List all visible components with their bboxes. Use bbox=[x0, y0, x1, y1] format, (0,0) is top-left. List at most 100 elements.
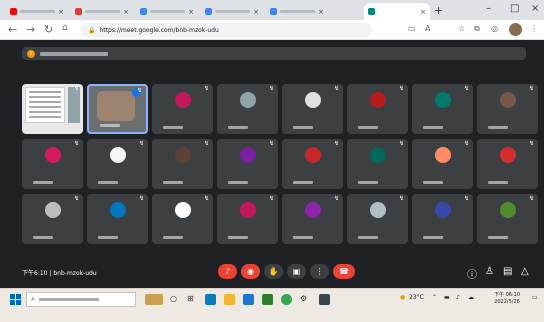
meeting-details-icon[interactable]: ⓘ bbox=[467, 266, 477, 281]
bookmark-star-icon[interactable]: ☆ bbox=[458, 24, 465, 33]
participant-tile[interactable]: ↯ bbox=[152, 139, 213, 189]
participant-tile[interactable]: ↯ bbox=[217, 194, 278, 244]
edge-icon[interactable] bbox=[205, 294, 216, 305]
close-tab-icon[interactable]: × bbox=[58, 8, 64, 16]
participant-tile[interactable]: ↯ bbox=[282, 139, 343, 189]
tray-expand-icon[interactable]: ⌃ bbox=[432, 294, 437, 301]
translate-icon[interactable]: A bbox=[425, 24, 430, 33]
participant-tile[interactable]: ↯ bbox=[477, 194, 538, 244]
onedrive-icon[interactable]: ☁ bbox=[468, 294, 474, 301]
participant-tile[interactable]: ↯ bbox=[22, 194, 83, 244]
participant-photo bbox=[44, 202, 61, 218]
network-icon[interactable]: ▬ bbox=[444, 294, 450, 301]
task-view-icon[interactable]: ○ bbox=[170, 294, 177, 303]
tab-3[interactable]: × bbox=[136, 3, 198, 20]
taskbar-search-box[interactable]: ⌕ bbox=[26, 292, 136, 307]
participant-avatar bbox=[239, 202, 256, 218]
maximize-icon[interactable]: □ bbox=[510, 3, 519, 14]
windows-start-icon[interactable] bbox=[10, 294, 21, 305]
close-tab-icon[interactable]: × bbox=[420, 8, 426, 16]
participant-tile[interactable]: ↯ bbox=[347, 84, 408, 134]
participant-tile[interactable]: ↯ bbox=[217, 139, 278, 189]
participant-tile[interactable]: ↯ bbox=[347, 139, 408, 189]
reload-icon[interactable]: ↻ bbox=[44, 23, 53, 36]
raise-hand-button[interactable]: ✋ bbox=[264, 264, 283, 279]
participant-tile[interactable]: ↯ bbox=[347, 194, 408, 244]
participant-tile[interactable]: ↯ bbox=[87, 194, 148, 244]
settings-gear-icon[interactable]: ⚙ bbox=[300, 294, 307, 303]
participant-tile[interactable]: ↯ bbox=[412, 194, 473, 244]
back-icon[interactable]: ← bbox=[8, 23, 17, 36]
self-camera-feed bbox=[97, 91, 135, 121]
windows-icon[interactable]: ⊞ bbox=[187, 294, 194, 303]
participant-tile[interactable]: ↯ bbox=[22, 139, 83, 189]
new-tab-icon[interactable]: + bbox=[434, 4, 443, 17]
close-tab-icon[interactable]: × bbox=[123, 8, 129, 16]
weather-text[interactable]: 23°C bbox=[409, 294, 424, 301]
profile-sync-icon[interactable]: ◎ bbox=[491, 24, 498, 33]
mic-muted-icon: ↯ bbox=[463, 85, 469, 92]
people-icon[interactable]: ♙ bbox=[485, 266, 494, 277]
tab-4[interactable]: × bbox=[201, 3, 263, 20]
participant-tile[interactable]: ↯ bbox=[477, 139, 538, 189]
minimize-icon[interactable]: – bbox=[486, 3, 491, 14]
mic-muted-icon: ↯ bbox=[73, 140, 79, 147]
mic-off-button[interactable]: ♪ bbox=[218, 264, 237, 279]
participant-tile[interactable]: ↯ bbox=[152, 194, 213, 244]
close-tab-icon[interactable]: × bbox=[253, 8, 259, 16]
self-video-tile[interactable]: ↯ bbox=[87, 84, 148, 134]
youtube-favicon-icon bbox=[10, 8, 17, 15]
participant-tile[interactable]: ↯ bbox=[412, 139, 473, 189]
participant-tile[interactable]: ↯ bbox=[217, 84, 278, 134]
app-grid-icon[interactable] bbox=[319, 294, 330, 305]
camera-permission-icon[interactable]: ▭ bbox=[408, 24, 416, 33]
leave-call-button[interactable]: ☎ bbox=[333, 264, 355, 279]
mic-muted-icon: ↯ bbox=[136, 87, 142, 94]
volume-icon[interactable]: ♪ bbox=[456, 294, 460, 301]
system-clock[interactable]: 下午 06:10 2022/5/26 bbox=[494, 292, 520, 306]
mic-muted-icon: ↯ bbox=[203, 140, 209, 147]
chrome-icon[interactable] bbox=[281, 294, 292, 305]
present-button[interactable]: ▣ bbox=[287, 264, 306, 279]
mic-muted-icon: ↯ bbox=[333, 85, 339, 92]
extensions-icon[interactable]: ⧉ bbox=[474, 24, 480, 34]
participant-tile[interactable]: ↯ bbox=[282, 84, 343, 134]
home-icon[interactable]: ⌂ bbox=[62, 23, 68, 33]
tab-youtube[interactable]: × bbox=[6, 3, 68, 20]
browser-menu-icon[interactable]: ⋮ bbox=[530, 24, 538, 33]
doc-favicon-icon bbox=[270, 8, 277, 15]
close-tab-icon[interactable]: × bbox=[188, 8, 194, 16]
camera-off-button[interactable]: ◉ bbox=[241, 264, 260, 279]
close-tab-icon[interactable]: × bbox=[318, 8, 324, 16]
store-icon[interactable] bbox=[243, 294, 254, 305]
profile-avatar[interactable] bbox=[509, 23, 522, 36]
tab-news[interactable]: × bbox=[71, 3, 133, 20]
tab-title bbox=[20, 10, 56, 13]
presentation-tile[interactable]: ↯ bbox=[22, 84, 83, 134]
participant-tile[interactable]: ↯ bbox=[477, 84, 538, 134]
participant-avatar bbox=[174, 92, 191, 108]
address-bar[interactable]: 🔒 https://meet.google.com/bnb-mzok-udu bbox=[80, 23, 372, 37]
window-close-icon[interactable]: × bbox=[531, 3, 539, 14]
tab-meet[interactable]: × bbox=[364, 3, 430, 20]
teams-icon[interactable] bbox=[262, 294, 273, 305]
notifications-icon[interactable]: ▭ bbox=[532, 294, 538, 301]
file-explorer-icon[interactable] bbox=[224, 294, 235, 305]
activities-icon[interactable]: △ bbox=[521, 266, 529, 277]
more-options-button[interactable]: ⋮ bbox=[310, 264, 329, 279]
app-thumbnail-icon[interactable] bbox=[145, 294, 163, 305]
forward-icon[interactable]: → bbox=[26, 23, 35, 36]
participant-photo bbox=[434, 147, 451, 163]
participant-tile[interactable]: ↯ bbox=[87, 139, 148, 189]
weather-icon[interactable]: ● bbox=[400, 294, 405, 301]
tab-title bbox=[85, 10, 121, 13]
tab-5[interactable]: × bbox=[266, 3, 328, 20]
doc-favicon-icon bbox=[140, 8, 147, 15]
participant-tile[interactable]: ↯ bbox=[412, 84, 473, 134]
chat-icon[interactable]: ▤ bbox=[503, 266, 512, 277]
participant-avatar bbox=[44, 147, 61, 163]
participant-tile[interactable]: ↯ bbox=[152, 84, 213, 134]
mic-muted-icon: ↯ bbox=[73, 195, 79, 202]
participant-tile[interactable]: ↯ bbox=[282, 194, 343, 244]
mic-muted-icon: ↯ bbox=[528, 195, 534, 202]
